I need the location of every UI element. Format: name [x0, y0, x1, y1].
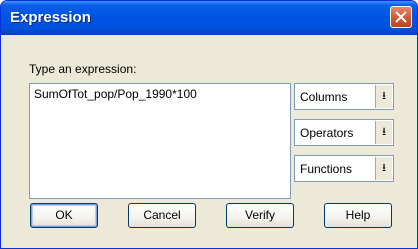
- dropdown-arrow-icon[interactable]: ⭳: [375, 157, 392, 180]
- ok-button[interactable]: OK: [30, 203, 98, 228]
- functions-dropdown[interactable]: Functions ⭳: [294, 155, 394, 182]
- dropdown-arrow-icon[interactable]: ⭳: [375, 85, 392, 108]
- dialog-body: Type an expression: SumOfTot_pop/Pop_199…: [4, 35, 414, 245]
- operators-dropdown-label: Operators: [300, 126, 354, 140]
- expression-prompt-label: Type an expression:: [29, 62, 137, 76]
- title-bar[interactable]: Expression: [1, 1, 417, 35]
- operators-dropdown[interactable]: Operators ⭳: [294, 119, 394, 146]
- cancel-button[interactable]: Cancel: [128, 203, 196, 228]
- functions-dropdown-label: Functions: [300, 162, 353, 176]
- window-title: Expression: [10, 9, 91, 26]
- dropdown-arrow-icon[interactable]: ⭳: [375, 121, 392, 144]
- close-icon: [395, 11, 407, 23]
- expression-input[interactable]: SumOfTot_pop/Pop_1990*100: [29, 83, 291, 199]
- close-button[interactable]: [390, 6, 412, 28]
- help-button[interactable]: Help: [324, 203, 392, 228]
- verify-button[interactable]: Verify: [226, 203, 294, 228]
- columns-dropdown[interactable]: Columns ⭳: [294, 83, 394, 110]
- columns-dropdown-label: Columns: [300, 90, 348, 104]
- expression-dialog: Expression Type an expression: SumOfTot_…: [0, 0, 418, 249]
